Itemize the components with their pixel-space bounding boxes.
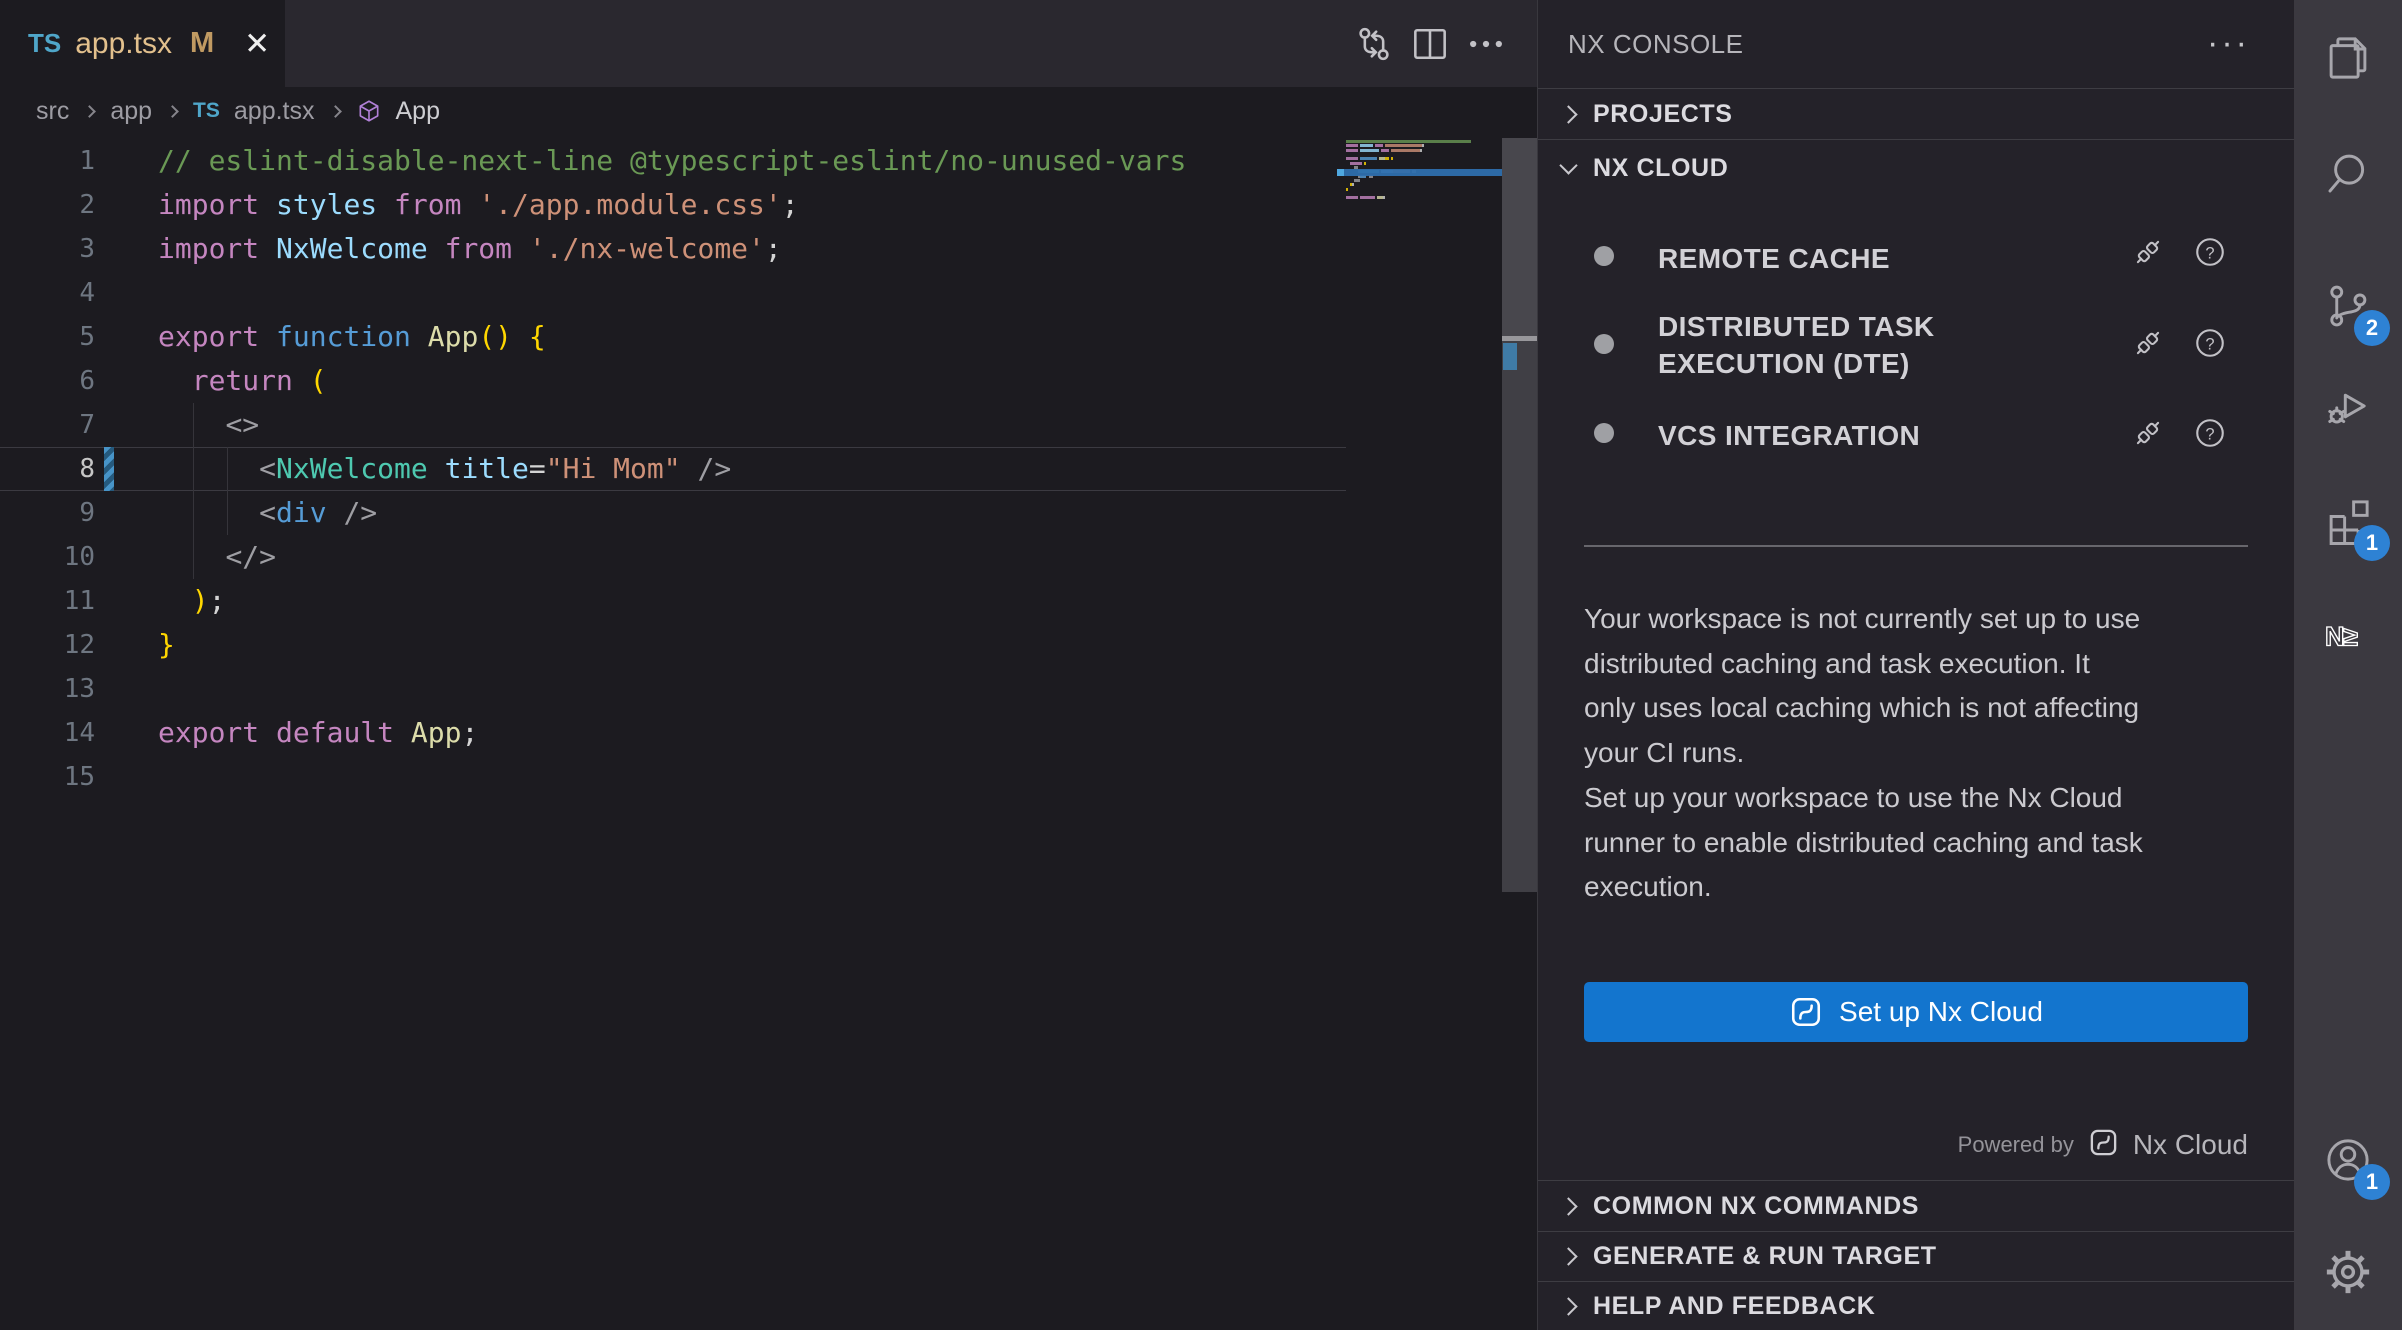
chevron-right-icon — [166, 105, 179, 118]
scm-badge: 2 — [2354, 310, 2390, 346]
activity-bar: 2 1 N≥ 1 — [2294, 0, 2402, 1330]
section-label: GENERATE & RUN TARGET — [1593, 1242, 1937, 1271]
code-line: 12} — [0, 623, 1346, 667]
powered-by-row: Powered by Nx Cloud — [1538, 1122, 2248, 1168]
overview-cursor-marker — [1502, 336, 1537, 341]
code-line: 9 <div /> — [0, 491, 1346, 535]
svg-text:N≥: N≥ — [2325, 621, 2358, 651]
code-line: 15 — [0, 755, 1346, 799]
section-generate-run-target[interactable]: GENERATE & RUN TARGET — [1538, 1231, 2295, 1281]
connect-plug-icon[interactable] — [2130, 325, 2166, 366]
connect-plug-icon[interactable] — [2130, 234, 2166, 275]
status-bullet — [1594, 334, 1614, 354]
status-bullet — [1594, 423, 1614, 443]
section-projects[interactable]: PROJECTS — [1538, 88, 2295, 139]
run-debug-icon[interactable] — [2294, 352, 2402, 460]
breadcrumb-src[interactable]: src — [36, 97, 69, 126]
overview-modified-marker — [1503, 343, 1517, 370]
code-line: 1// eslint-disable-next-line @typescript… — [0, 139, 1346, 183]
workspace-status-text: Your workspace is not currently set up t… — [1584, 597, 2264, 775]
tab-bar: TS app.tsx M ✕ — [0, 0, 1537, 87]
minimap-modified-marker — [1337, 169, 1344, 176]
chevron-down-icon — [1559, 156, 1577, 174]
editor-region: TS app.tsx M ✕ src app — [0, 0, 1537, 1330]
split-editor-icon[interactable] — [1408, 22, 1452, 66]
settings-gear-icon[interactable] — [2294, 1218, 2402, 1326]
editor-scrollbar[interactable] — [1502, 138, 1537, 338]
svg-text:?: ? — [2205, 425, 2214, 443]
section-label: COMMON NX COMMANDS — [1593, 1192, 1919, 1221]
breadcrumb: src app TS app.tsx App — [36, 87, 440, 135]
code-line: 14export default App; — [0, 711, 1346, 755]
minimap-current-line — [1344, 169, 1505, 176]
cloud-item-remote-cache: REMOTE CACHE — [1658, 240, 1890, 277]
chevron-right-icon — [1559, 1197, 1577, 1215]
code-line: 6 return ( — [0, 359, 1346, 403]
nx-cloud-logo-icon — [1789, 995, 1823, 1029]
chevron-right-icon — [1559, 105, 1577, 123]
extensions-icon[interactable]: 1 — [2294, 467, 2402, 575]
svg-text:?: ? — [2205, 335, 2214, 353]
accounts-icon[interactable]: 1 — [2294, 1106, 2402, 1214]
section-nx-cloud[interactable]: NX CLOUD — [1538, 139, 2295, 196]
code-line: 10 </> — [0, 535, 1346, 579]
svg-text:?: ? — [2205, 244, 2214, 262]
setup-instruction-text: Set up your workspace to use the Nx Clou… — [1584, 776, 2264, 910]
section-help-and-feedback[interactable]: HELP AND FEEDBACK — [1538, 1281, 2295, 1330]
open-changes-icon[interactable] — [1352, 22, 1396, 66]
chevron-right-icon — [1559, 1247, 1577, 1265]
typescript-file-icon: TS — [28, 28, 61, 59]
breadcrumb-symbol-app[interactable]: App — [396, 97, 440, 126]
code-line: 11 ); — [0, 579, 1346, 623]
cloud-item-vcs: VCS INTEGRATION — [1658, 417, 1920, 454]
section-label: HELP AND FEEDBACK — [1593, 1292, 1875, 1321]
connect-plug-icon[interactable] — [2130, 415, 2166, 456]
chevron-right-icon — [329, 105, 342, 118]
code-line: 3import NxWelcome from './nx-welcome'; — [0, 227, 1346, 271]
nx-console-icon[interactable]: N≥ — [2294, 582, 2402, 690]
explorer-files-icon[interactable] — [2294, 4, 2402, 112]
help-question-icon[interactable]: ? — [2192, 325, 2228, 366]
nx-cloud-logo-icon — [2088, 1127, 2119, 1163]
setup-button-label: Set up Nx Cloud — [1839, 996, 2043, 1028]
symbol-cube-icon — [356, 98, 382, 124]
breadcrumb-app-folder[interactable]: app — [110, 97, 152, 126]
code-line: 8 <NxWelcome title="Hi Mom" /> — [0, 447, 1346, 491]
code-line: 7 <> — [0, 403, 1346, 447]
code-line: 2import styles from './app.module.css'; — [0, 183, 1346, 227]
nx-console-panel: NX CONSOLE ··· PROJECTS NX CLOUD REMOTE … — [1537, 0, 2294, 1330]
chevron-right-icon — [83, 105, 96, 118]
divider — [1584, 545, 2248, 547]
code-editor[interactable]: 1// eslint-disable-next-line @typescript… — [0, 139, 1346, 799]
cloud-item-dte: DISTRIBUTED TASK EXECUTION (DTE) — [1658, 308, 1998, 382]
modified-badge: M — [190, 27, 214, 60]
typescript-file-icon: TS — [193, 99, 220, 123]
help-question-icon[interactable]: ? — [2192, 234, 2228, 275]
status-bullet — [1594, 246, 1614, 266]
section-label: PROJECTS — [1593, 100, 1733, 129]
chevron-right-icon — [1559, 1297, 1577, 1315]
code-line: 13 — [0, 667, 1346, 711]
section-label: NX CLOUD — [1593, 154, 1728, 183]
accounts-badge: 1 — [2354, 1164, 2390, 1200]
panel-title: NX CONSOLE — [1568, 0, 1744, 88]
source-control-icon[interactable]: 2 — [2294, 252, 2402, 360]
breadcrumb-app-tsx[interactable]: app.tsx — [234, 97, 315, 126]
panel-more-actions-icon[interactable]: ··· — [2207, 24, 2250, 63]
help-question-icon[interactable]: ? — [2192, 415, 2228, 456]
nx-cloud-brand-label: Nx Cloud — [2133, 1129, 2248, 1161]
section-common-nx-commands[interactable]: COMMON NX COMMANDS — [1538, 1180, 2295, 1231]
powered-by-label: Powered by — [1958, 1132, 2074, 1158]
overview-ruler — [1502, 341, 1537, 892]
tab-filename: app.tsx — [75, 27, 172, 61]
code-line: 4 — [0, 271, 1346, 315]
setup-nx-cloud-button[interactable]: Set up Nx Cloud — [1584, 982, 2248, 1042]
extensions-badge: 1 — [2354, 525, 2390, 561]
close-tab-icon[interactable]: ✕ — [244, 26, 270, 62]
code-line: 5export function App() { — [0, 315, 1346, 359]
tab-app-tsx[interactable]: TS app.tsx M ✕ — [0, 0, 285, 87]
search-icon[interactable] — [2294, 119, 2402, 227]
more-actions-icon[interactable] — [1464, 22, 1508, 66]
